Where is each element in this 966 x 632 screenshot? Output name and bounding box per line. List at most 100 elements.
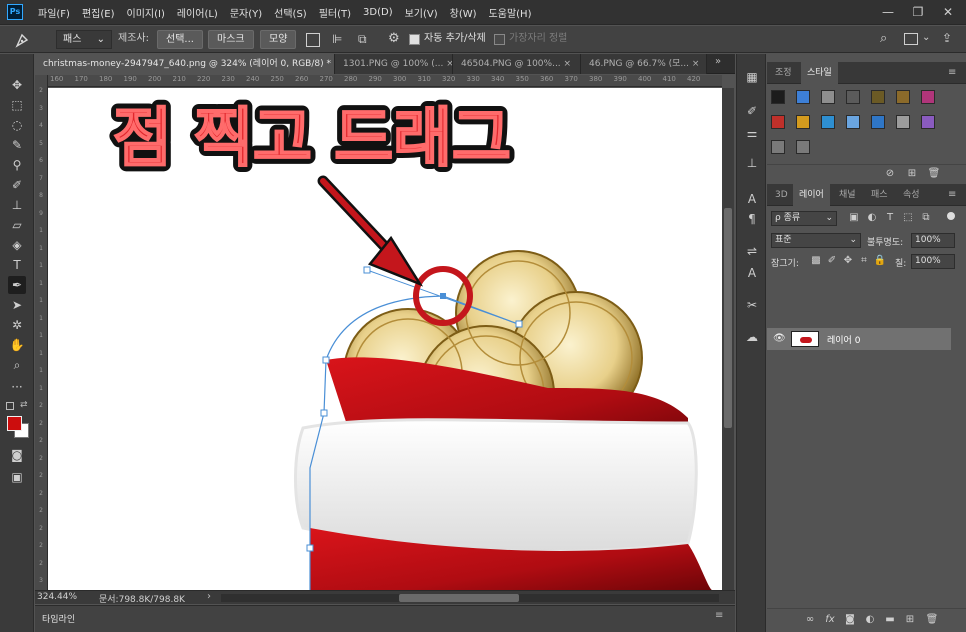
style-swatch[interactable] <box>846 115 860 129</box>
swap-colors-icon[interactable]: ⇄ <box>20 400 28 410</box>
new-style-icon[interactable]: ⊞ <box>905 168 919 179</box>
style-swatch[interactable] <box>871 90 885 104</box>
menu-type[interactable]: 문자(Y) <box>230 5 262 20</box>
style-swatch[interactable] <box>846 90 860 104</box>
eye-icon[interactable]: 👁 <box>773 333 786 344</box>
restore-button[interactable]: ❐ <box>904 0 932 25</box>
tab-styles[interactable]: 스타일 <box>801 62 838 84</box>
tab-1301[interactable]: 1301.PNG @ 100% (... × <box>335 54 453 74</box>
custom-shape-tool-icon[interactable]: ✲ <box>8 316 26 334</box>
anchor-point[interactable] <box>306 544 314 552</box>
anchor-point[interactable] <box>440 293 446 299</box>
tab-christmas-money[interactable]: christmas-money-2947947_640.png @ 324% (… <box>35 54 335 74</box>
selection-button[interactable]: 선택... <box>157 30 203 49</box>
type-tool-icon[interactable]: T <box>8 256 26 274</box>
blend-mode-select[interactable]: 표준 ⌄ <box>771 233 861 248</box>
style-swatch[interactable] <box>921 115 935 129</box>
timeline-tab[interactable]: 타임라인 <box>42 612 75 625</box>
clone-source-icon[interactable]: ⊥ <box>743 154 761 172</box>
zoom-tool-icon[interactable]: ⌕ <box>8 356 26 374</box>
workspace-icon[interactable] <box>904 33 918 45</box>
auto-add-delete-checkbox[interactable] <box>409 34 420 45</box>
marquee-tool-icon[interactable]: ⬚ <box>8 96 26 114</box>
tab-adjustments[interactable]: 조정 <box>769 62 798 84</box>
default-colors-icon[interactable] <box>6 402 14 410</box>
layer-filter-select[interactable]: ρ 종류 ⌄ <box>771 211 837 226</box>
layer-name[interactable]: 레이어 0 <box>827 333 860 346</box>
shape-button[interactable]: 모양 <box>260 30 297 49</box>
pen-tool-icon[interactable]: ✒ <box>8 276 26 294</box>
brush-tool-icon[interactable]: ✐ <box>8 176 26 194</box>
share-icon[interactable]: ⇪ <box>942 31 952 45</box>
mode-select[interactable]: 패스 ⌄ <box>56 30 112 49</box>
filter-type-icon[interactable]: T <box>883 212 897 223</box>
stamp-tool-icon[interactable]: ⊥ <box>8 196 26 214</box>
document-canvas[interactable]: 점 찍고 드래그 점 찍고 드래그 <box>48 88 722 590</box>
filter-pixel-icon[interactable]: ▣ <box>847 212 861 223</box>
path-alignment-icon[interactable]: ⊫ <box>332 32 348 48</box>
style-swatch[interactable] <box>796 115 810 129</box>
filter-smart-object-icon[interactable]: ⧉ <box>919 212 933 223</box>
style-swatch[interactable] <box>896 90 910 104</box>
new-layer-icon[interactable]: ⊞ <box>903 614 917 625</box>
path-arrangement-icon[interactable]: ⧉ <box>358 32 374 48</box>
horizontal-scroll-thumb[interactable] <box>399 594 519 602</box>
menu-help[interactable]: 도움말(H) <box>489 5 532 20</box>
screen-mode-icon[interactable]: ▣ <box>8 468 26 486</box>
lock-pixels-icon[interactable]: ✐ <box>825 255 839 266</box>
style-swatch[interactable] <box>821 90 835 104</box>
gear-icon[interactable]: ⚙ <box>388 31 404 47</box>
style-swatch[interactable] <box>796 90 810 104</box>
lock-artboard-icon[interactable]: ⌗ <box>857 255 871 266</box>
search-icon[interactable]: ⌕ <box>880 31 896 47</box>
add-mask-icon[interactable]: ◙ <box>843 614 857 625</box>
close-icon[interactable]: × <box>692 59 700 69</box>
tab-46504[interactable]: 46504.PNG @ 100%... × <box>453 54 581 74</box>
filter-shape-icon[interactable]: ⬚ <box>901 212 915 223</box>
fx-icon[interactable]: fx <box>823 614 837 625</box>
mask-button[interactable]: 마스크 <box>208 30 254 49</box>
panel-menu-icon[interactable]: ≡ <box>948 67 956 78</box>
clear-style-icon[interactable]: ⊘ <box>883 168 897 179</box>
quick-mask-icon[interactable]: ◙ <box>8 446 26 464</box>
layer-row[interactable]: 👁 레이어 0 <box>767 328 951 350</box>
history-icon[interactable]: ▦ <box>743 68 761 86</box>
tab-layers[interactable]: 레이어 <box>793 184 830 206</box>
adjustments-icon[interactable]: ⚌ <box>743 124 761 142</box>
panel-menu-icon[interactable]: ≡ <box>948 189 956 200</box>
anchor-point[interactable] <box>515 320 523 328</box>
trash-icon[interactable]: 🗑 <box>927 168 941 179</box>
close-icon[interactable]: × <box>564 59 572 69</box>
tab-paths[interactable]: 패스 <box>865 184 894 206</box>
path-operations-icon[interactable] <box>306 33 320 47</box>
menu-layer[interactable]: 레이어(L) <box>177 5 218 20</box>
style-swatch[interactable] <box>771 115 785 129</box>
path-selection-tool-icon[interactable]: ➤ <box>8 296 26 314</box>
quick-selection-tool-icon[interactable]: ✎ <box>8 136 26 154</box>
panel-menu-icon[interactable]: ≡ <box>715 610 723 621</box>
chevron-down-icon[interactable]: ⌄ <box>922 32 930 43</box>
menu-filter[interactable]: 필터(T) <box>319 5 351 20</box>
eyedropper-tool-icon[interactable]: ⚲ <box>8 156 26 174</box>
style-swatch[interactable] <box>771 140 785 154</box>
menu-select[interactable]: 선택(S) <box>274 5 307 20</box>
lock-position-icon[interactable]: ✥ <box>841 255 855 266</box>
menu-file[interactable]: 파일(F) <box>38 5 70 20</box>
menu-edit[interactable]: 편집(E) <box>82 5 115 20</box>
style-swatch[interactable] <box>871 115 885 129</box>
trash-icon[interactable]: 🗑 <box>925 614 939 625</box>
opacity-input[interactable]: 100% <box>911 233 955 248</box>
fill-input[interactable]: 100% <box>911 254 955 269</box>
style-swatch[interactable] <box>821 115 835 129</box>
more-tabs-icon[interactable]: » <box>715 56 721 67</box>
libraries-icon[interactable]: ☁ <box>743 328 761 346</box>
align-edges-checkbox[interactable] <box>494 34 505 45</box>
menu-3d[interactable]: 3D(D) <box>363 7 393 18</box>
foreground-color-swatch[interactable] <box>7 416 22 431</box>
direction-handle[interactable] <box>363 266 371 274</box>
character-styles-icon[interactable]: A <box>743 264 761 282</box>
character-icon[interactable]: A <box>743 190 761 208</box>
vertical-scrollbar[interactable] <box>722 88 734 590</box>
vertical-scroll-thumb[interactable] <box>724 208 732 428</box>
status-menu-arrow[interactable]: › <box>207 591 211 602</box>
